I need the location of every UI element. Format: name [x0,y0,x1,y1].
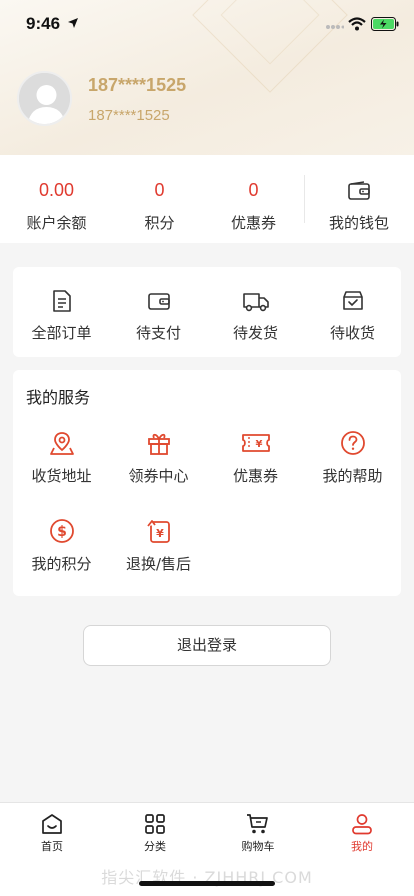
service-points[interactable]: $ 我的积分 [13,518,110,574]
service-label: 我的帮助 [322,467,383,485]
tab-label: 分类 [144,840,166,853]
tab-category[interactable]: 分类 [115,813,195,854]
tab-me[interactable]: 我的 [322,813,402,854]
battery-charging-icon [371,17,399,31]
profile-header: 9:46 187****1525 187****1525 [0,0,414,155]
user-icon [352,814,372,835]
order-pending-shipment[interactable]: 待发货 [207,289,304,343]
document-icon [52,290,71,312]
tab-home[interactable]: 首页 [12,813,92,854]
cart-icon [247,814,268,834]
dollar-coin-icon: $ [49,519,74,543]
service-label: 优惠券 [232,467,278,485]
wallet-icon [147,293,170,310]
box-check-icon [342,291,363,310]
order-label: 待支付 [135,324,181,342]
home-indicator [139,881,275,886]
tab-label: 我的 [351,840,373,853]
orders-card: 全部订单 待支付 待发货 待收货 [13,267,401,357]
svg-text:¥: ¥ [156,527,164,540]
user-phone: 187****1525 [88,107,170,124]
service-label: 领券中心 [128,467,189,485]
wallet-icon [348,181,370,200]
coupon-icon: ¥ [241,434,270,452]
service-address[interactable]: 收货地址 [13,430,110,486]
svg-text:$: $ [57,524,67,540]
tab-label: 购物车 [241,840,275,853]
service-coupons[interactable]: ¥ 优惠券 [207,430,304,486]
tab-label: 首页 [41,840,63,853]
order-all[interactable]: 全部订单 [13,289,110,343]
order-label: 待收货 [329,324,375,342]
order-label: 全部订单 [31,324,92,342]
service-refund[interactable]: ¥ 退换/售后 [110,518,207,574]
divider [304,175,305,223]
home-icon [42,814,62,834]
my-wallet-button[interactable]: 我的钱包 [311,155,407,243]
assets-panel: 0.00 账户余额 0 积分 0 优惠券 我的钱包 [0,155,414,243]
asset-value: 0 [154,180,165,200]
asset-balance[interactable]: 0.00 账户余额 [8,155,105,243]
service-label: 退换/售后 [125,555,192,573]
asset-value: 0 [248,180,259,200]
wallet-label: 我的钱包 [328,214,389,232]
asset-coupons[interactable]: 0 优惠券 [205,155,302,243]
asset-label: 积分 [144,214,175,232]
status-time: 9:46 [26,14,61,33]
user-name: 187****1525 [88,75,187,95]
service-help[interactable]: 我的帮助 [304,430,401,486]
gift-icon [147,433,170,455]
default-avatar-icon [19,73,70,124]
service-coupon-center[interactable]: 领券中心 [110,430,207,486]
asset-label: 账户余额 [26,214,87,232]
status-bar: 9:46 [0,0,414,50]
tab-cart[interactable]: 购物车 [218,813,298,854]
signal-icon [326,25,344,29]
service-label: 我的积分 [31,555,92,573]
map-pin-icon [49,432,74,455]
help-icon [340,431,365,455]
logout-button[interactable]: 退出登录 [83,625,331,666]
order-pending-receipt[interactable]: 待收货 [304,289,401,343]
refund-icon: ¥ [146,520,170,543]
asset-label: 优惠券 [230,214,276,232]
asset-points[interactable]: 0 积分 [111,155,208,243]
truck-icon [242,293,269,312]
services-card: 我的服务 收货地址 领券中心 ¥ 优惠券 我的帮助 $ 我的积分 ¥ 退换/售后 [13,370,401,596]
location-arrow-icon [68,18,78,28]
svg-text:¥: ¥ [255,439,262,450]
asset-value: 0.00 [38,180,75,200]
order-label: 待发货 [232,324,278,342]
order-pending-payment[interactable]: 待支付 [110,289,207,343]
service-label: 收货地址 [31,467,92,485]
grid-icon [145,814,165,834]
services-title: 我的服务 [26,388,91,407]
avatar[interactable] [17,71,72,126]
wifi-icon [348,17,366,31]
